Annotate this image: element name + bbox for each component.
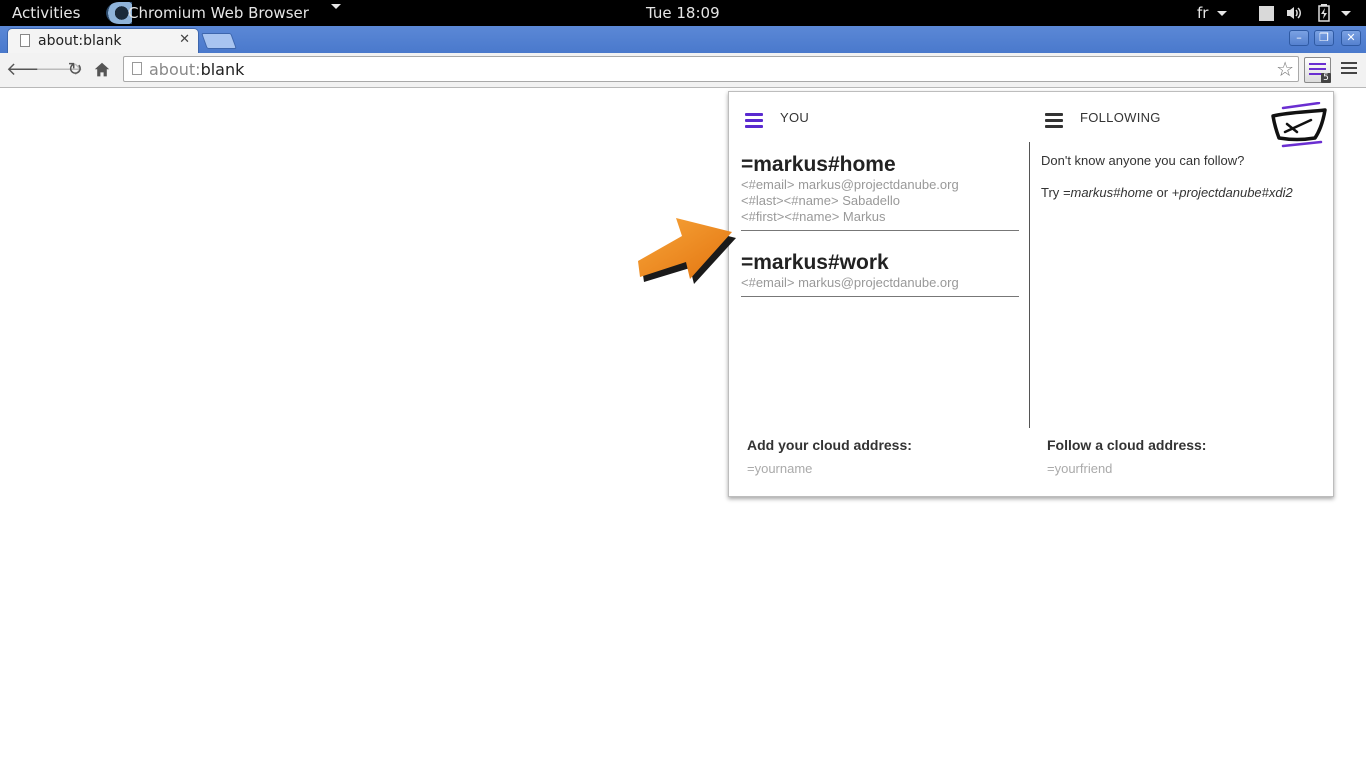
cloud-extension-popup: YOU FOLLOWING =markus#home <#email> mark…	[728, 91, 1334, 497]
tab-title: about:blank	[38, 33, 122, 49]
minimize-button[interactable]: –	[1289, 30, 1309, 46]
orange-arrow-annotation	[638, 218, 736, 284]
add-address-input[interactable]	[747, 459, 987, 477]
battery-icon[interactable]	[1318, 4, 1330, 22]
forward-arrow-icon[interactable]: 🡒	[35, 60, 83, 80]
back-arrow-icon[interactable]: 🡐	[6, 60, 54, 80]
following-empty-message: Don't know anyone you can follow?	[1041, 153, 1245, 168]
following-menu-icon[interactable]	[1045, 113, 1063, 131]
maximize-button[interactable]: ❐	[1314, 30, 1334, 46]
follow-address-label: Follow a cloud address:	[1047, 437, 1207, 453]
identity-attribute: <#email> markus@projectdanube.org	[741, 275, 959, 290]
following-try-message: Try =markus#home or +projectdanube#xdi2	[1041, 185, 1293, 200]
identity-attribute: <#first><#name> Markus	[741, 209, 886, 224]
page-icon	[20, 34, 30, 47]
chrome-menu-icon[interactable]	[1341, 62, 1357, 77]
browser-toolbar: 🡐 🡒 ↻ about:blank ☆ 5	[0, 53, 1366, 88]
accessibility-icon[interactable]	[1259, 6, 1274, 21]
reload-icon[interactable]: ↻	[64, 60, 86, 80]
following-heading: FOLLOWING	[1080, 110, 1161, 125]
follow-address-input[interactable]	[1047, 459, 1287, 477]
tab-about-blank[interactable]: about:blank ✕	[8, 29, 198, 53]
cloud-extension-button[interactable]: 5	[1304, 57, 1331, 83]
url-text[interactable]: about:blank	[149, 60, 244, 79]
you-heading: YOU	[780, 110, 810, 125]
page-icon	[132, 62, 142, 75]
home-icon[interactable]	[93, 62, 111, 78]
identity-attribute: <#last><#name> Sabadello	[741, 193, 901, 208]
chevron-down-icon	[331, 4, 341, 9]
new-tab-button[interactable]	[201, 33, 237, 49]
identity-entry[interactable]: =markus#home <#email> markus@projectdanu…	[741, 153, 1019, 231]
activities-button[interactable]: Activities	[12, 4, 80, 22]
clock[interactable]: Tue 18:09	[646, 4, 720, 22]
identity-entry[interactable]: =markus#work <#email> markus@projectdanu…	[741, 251, 1019, 297]
example-link[interactable]: =markus#home	[1063, 185, 1153, 200]
close-window-button[interactable]: ✕	[1341, 30, 1361, 46]
extension-badge: 5	[1321, 73, 1331, 83]
app-menu-button[interactable]: Chromium Web Browser	[128, 4, 309, 22]
column-divider	[1029, 142, 1030, 428]
keyboard-layout-indicator[interactable]: fr	[1197, 4, 1208, 22]
identity-attribute: <#email> markus@projectdanube.org	[741, 177, 959, 192]
chevron-down-icon	[1217, 11, 1227, 16]
bookmark-star-icon[interactable]: ☆	[1276, 57, 1294, 81]
identity-name[interactable]: =markus#home	[741, 153, 1019, 177]
you-menu-icon[interactable]	[745, 113, 763, 131]
volume-icon[interactable]	[1286, 5, 1302, 21]
identity-name[interactable]: =markus#work	[741, 251, 1019, 275]
add-address-label: Add your cloud address:	[747, 437, 912, 453]
close-icon[interactable]: ✕	[179, 32, 190, 47]
address-bar[interactable]: about:blank ☆	[123, 56, 1299, 82]
cloud-logo-icon	[1271, 102, 1327, 148]
gnome-top-bar: Activities Chromium Web Browser Tue 18:0…	[0, 0, 1366, 26]
example-link[interactable]: +projectdanube#xdi2	[1172, 185, 1293, 200]
chevron-down-icon[interactable]	[1341, 11, 1351, 16]
tab-strip: about:blank ✕ – ❐ ✕	[0, 26, 1366, 53]
